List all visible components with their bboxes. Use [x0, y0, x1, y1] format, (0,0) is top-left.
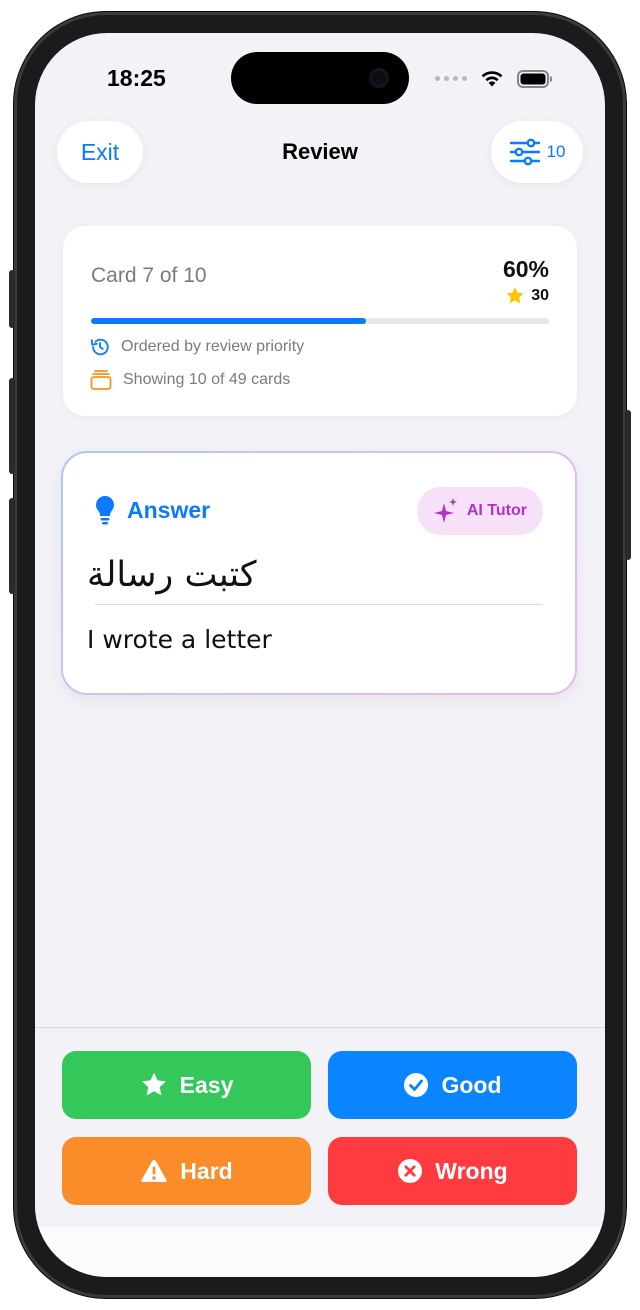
easy-label: Easy [179, 1071, 234, 1098]
answer-label: Answer [127, 496, 211, 523]
arabic-text: كتبت رسالة [87, 555, 257, 595]
easy-button[interactable]: Easy [62, 1051, 311, 1119]
hard-label: Hard [180, 1157, 233, 1184]
wrong-button[interactable]: Wrong [328, 1137, 577, 1205]
checkmark-circle-icon [404, 1073, 429, 1097]
history-icon [90, 338, 109, 356]
wifi-icon [481, 71, 503, 87]
app-screen: 18:25 Exit Review 10 Card 7 of 10 60% 30… [35, 33, 605, 1277]
showing-info: Showing 10 of 49 cards [89, 369, 290, 391]
star-icon [506, 287, 524, 304]
camera-icon [369, 68, 389, 88]
battery-icon [517, 69, 552, 88]
status-time: 18:25 [107, 65, 166, 91]
lightbulb-icon [96, 496, 114, 525]
cellular-signal-icon [435, 76, 467, 81]
filter-count: 10 [546, 142, 566, 161]
order-text: Ordered by review priority [121, 338, 305, 355]
showing-text: Showing 10 of 49 cards [123, 371, 291, 388]
warning-icon [141, 1160, 167, 1182]
star-icon [141, 1072, 166, 1096]
progress-card: Card 7 of 10 60% 30 Ordered by review pr… [63, 226, 577, 416]
power-button [625, 410, 631, 560]
sliders-icon [509, 138, 540, 166]
answer-card: Answer AI Tutor كتبت رسالة I wrote a let… [61, 451, 577, 695]
action-button [9, 270, 15, 328]
status-icons [435, 69, 553, 88]
answer-divider [95, 604, 543, 605]
home-area [35, 1227, 605, 1277]
sparkles-icon [433, 498, 457, 523]
x-circle-icon [398, 1159, 423, 1183]
ai-tutor-button[interactable]: AI Tutor [416, 487, 543, 535]
good-label: Good [441, 1071, 502, 1098]
percent-complete: 60% [502, 256, 549, 282]
card-count: Card 7 of 10 [91, 264, 207, 287]
filter-button[interactable]: 10 [491, 121, 583, 183]
hard-button[interactable]: Hard [62, 1137, 311, 1205]
volume-down-button [9, 498, 15, 594]
translation-text: I wrote a letter [87, 625, 272, 654]
score-value: 30 [531, 287, 549, 304]
progress-bar [91, 318, 549, 324]
volume-up-button [9, 378, 15, 474]
rating-panel: Easy Good Hard Wrong [35, 1027, 605, 1228]
score: 30 [505, 286, 549, 306]
cards-stack-icon [90, 370, 112, 390]
good-button[interactable]: Good [328, 1051, 577, 1119]
wrong-label: Wrong [435, 1157, 508, 1184]
ai-tutor-label: AI Tutor [466, 502, 527, 519]
dynamic-island [231, 52, 409, 104]
order-info: Ordered by review priority [89, 336, 304, 358]
answer-heading: Answer [95, 495, 210, 525]
progress-bar-fill [91, 318, 366, 324]
